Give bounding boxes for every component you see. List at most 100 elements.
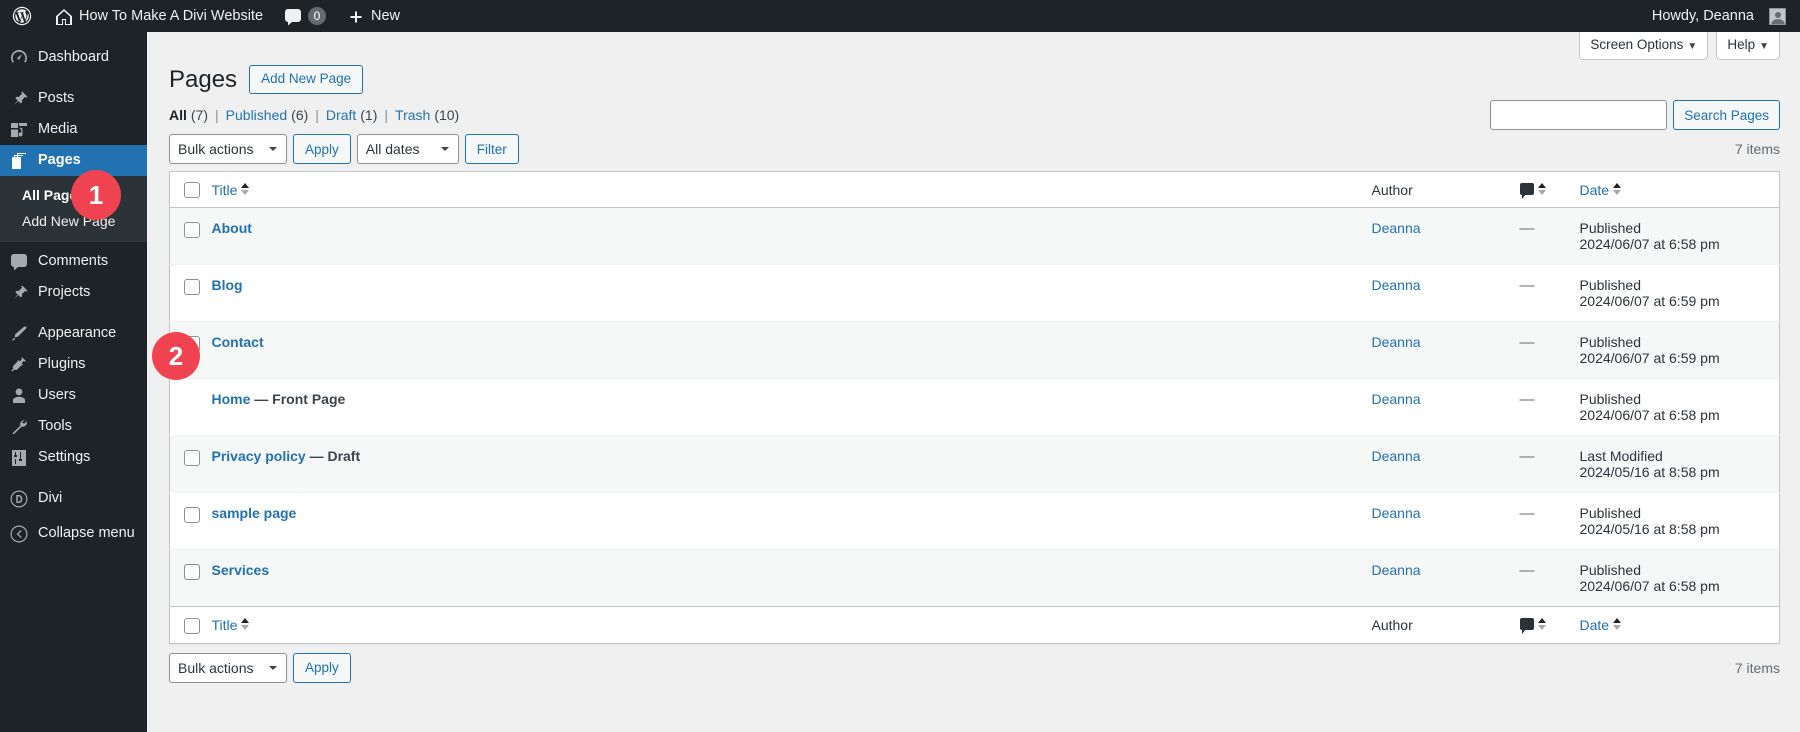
row-date-cell: Published 2024/06/07 at 6:58 pm: [1580, 208, 1780, 265]
apply-button-top[interactable]: Apply: [293, 134, 351, 164]
sidebar-item-collapse-menu[interactable]: Collapse menu: [0, 518, 147, 549]
sidebar-item-posts[interactable]: Posts: [0, 83, 147, 114]
add-new-page-button[interactable]: Add New Page: [249, 65, 363, 94]
filter-count-all: (7): [191, 107, 208, 123]
row-checkbox-cell: [170, 208, 212, 265]
sidebar-item-label: Users: [38, 388, 76, 403]
row-date-cell: Published 2024/06/07 at 6:58 pm: [1580, 550, 1780, 607]
bulk-actions-select-top[interactable]: Bulk actions: [169, 134, 287, 164]
date-status: Published: [1580, 334, 1770, 350]
sidebar-item-comments[interactable]: Comments: [0, 246, 147, 277]
sidebar-item-label: Collapse menu: [38, 526, 135, 541]
page-title-link[interactable]: Home: [212, 391, 251, 407]
table-row[interactable]: Home — Front Page Deanna — Published 202…: [170, 379, 1780, 436]
row-comments-cell: —: [1520, 208, 1580, 265]
page-title-link[interactable]: Blog: [212, 277, 243, 293]
sidebar-item-projects[interactable]: Projects: [0, 277, 147, 308]
row-author-cell: Deanna: [1372, 208, 1520, 265]
row-author-cell: Deanna: [1372, 265, 1520, 322]
filter-link-all[interactable]: All: [169, 107, 187, 123]
author-link[interactable]: Deanna: [1372, 562, 1421, 578]
sidebar-item-users[interactable]: Users: [0, 380, 147, 411]
author-link[interactable]: Deanna: [1372, 220, 1421, 236]
row-checkbox-cell: [170, 436, 212, 493]
new-content-menu[interactable]: New: [336, 0, 410, 32]
sort-by-title-bottom[interactable]: Title: [212, 617, 238, 633]
row-checkbox[interactable]: [184, 507, 200, 523]
sidebar-item-tools[interactable]: Tools: [0, 411, 147, 442]
filter-link-published[interactable]: Published: [226, 107, 288, 123]
my-account-menu[interactable]: Howdy, Deanna: [1640, 0, 1790, 32]
date-filter-select[interactable]: All dates: [357, 134, 459, 164]
post-state-label: — Draft: [310, 448, 361, 464]
column-label-author: Author: [1372, 617, 1413, 633]
row-comments-cell: —: [1520, 436, 1580, 493]
row-title-cell: Services: [212, 550, 1372, 607]
comment-bubble-icon: [283, 7, 301, 25]
row-checkbox-cell: [170, 493, 212, 550]
comments-menu[interactable]: 0: [273, 0, 336, 32]
sort-by-date-bottom[interactable]: Date: [1580, 617, 1610, 633]
table-row[interactable]: Contact Deanna — Published 2024/06/07 at…: [170, 322, 1780, 379]
column-label-author: Author: [1372, 182, 1413, 198]
date-status: Published: [1580, 562, 1770, 578]
search-input[interactable]: [1490, 100, 1667, 130]
row-checkbox[interactable]: [184, 450, 200, 466]
sidebar-item-pages[interactable]: Pages: [0, 145, 147, 176]
sort-indicator-icon: [1613, 182, 1622, 198]
row-author-cell: Deanna: [1372, 322, 1520, 379]
wp-logo-menu[interactable]: [0, 0, 44, 32]
select-all-checkbox-top[interactable]: [184, 182, 200, 198]
table-row[interactable]: sample page Deanna — Published 2024/05/1…: [170, 493, 1780, 550]
column-header-comments: [1520, 172, 1580, 208]
search-pages-button[interactable]: Search Pages: [1673, 100, 1780, 130]
filter-button[interactable]: Filter: [465, 134, 519, 164]
author-link[interactable]: Deanna: [1372, 505, 1421, 521]
sort-by-date-top[interactable]: Date: [1580, 182, 1610, 198]
chevron-down-icon: [268, 144, 278, 154]
sidebar-item-divi[interactable]: Divi: [0, 483, 147, 514]
filter-link-trash[interactable]: Trash: [395, 107, 430, 123]
row-checkbox[interactable]: [184, 279, 200, 295]
help-button[interactable]: Help▼: [1716, 32, 1780, 60]
sidebar-item-label: Comments: [38, 254, 108, 269]
row-date-cell: Last Modified 2024/05/16 at 8:58 pm: [1580, 436, 1780, 493]
page-title-link[interactable]: About: [212, 220, 252, 236]
sidebar-item-settings[interactable]: Settings: [0, 442, 147, 473]
author-link[interactable]: Deanna: [1372, 448, 1421, 464]
apply-button-bottom[interactable]: Apply: [293, 653, 351, 683]
table-row[interactable]: About Deanna — Published 2024/06/07 at 6…: [170, 208, 1780, 265]
comments-count: —: [1520, 334, 1535, 351]
row-date-cell: Published 2024/06/07 at 6:59 pm: [1580, 265, 1780, 322]
page-title-link[interactable]: Privacy policy: [212, 448, 306, 464]
author-link[interactable]: Deanna: [1372, 391, 1421, 407]
page-title-link[interactable]: Contact: [212, 334, 264, 350]
table-row[interactable]: Privacy policy — Draft Deanna — Last Mod…: [170, 436, 1780, 493]
sidebar-item-appearance[interactable]: Appearance: [0, 318, 147, 349]
separator: |: [315, 107, 319, 123]
filter-link-draft[interactable]: Draft: [326, 107, 356, 123]
table-row[interactable]: Services Deanna — Published 2024/06/07 a…: [170, 550, 1780, 607]
admin-bar: How To Make A Divi Website 0 New Howdy, …: [0, 0, 1800, 32]
column-header-date: Date: [1580, 172, 1780, 208]
row-checkbox[interactable]: [184, 222, 200, 238]
row-checkbox[interactable]: [184, 564, 200, 580]
screen-options-button[interactable]: Screen Options▼: [1579, 32, 1708, 60]
sidebar-item-plugins[interactable]: Plugins: [0, 349, 147, 380]
comment-bubble-icon: [1520, 183, 1534, 195]
bulk-actions-select-bottom[interactable]: Bulk actions: [169, 653, 287, 683]
site-name-menu[interactable]: How To Make A Divi Website: [44, 0, 273, 32]
wrench-icon: [9, 417, 29, 437]
chevron-down-icon: ▼: [1759, 41, 1769, 52]
sidebar-item-dashboard[interactable]: Dashboard: [0, 42, 147, 73]
table-row[interactable]: Blog Deanna — Published 2024/06/07 at 6:…: [170, 265, 1780, 322]
sidebar-item-add-new-page[interactable]: Add New Page: [0, 208, 147, 234]
author-link[interactable]: Deanna: [1372, 277, 1421, 293]
select-all-checkbox-bottom[interactable]: [184, 618, 200, 634]
author-link[interactable]: Deanna: [1372, 334, 1421, 350]
sort-by-title-top[interactable]: Title: [212, 182, 238, 198]
page-title-link[interactable]: sample page: [212, 505, 297, 521]
sidebar-item-media[interactable]: Media: [0, 114, 147, 145]
menu-spacer-3: [0, 473, 147, 483]
page-title-link[interactable]: Services: [212, 562, 270, 578]
